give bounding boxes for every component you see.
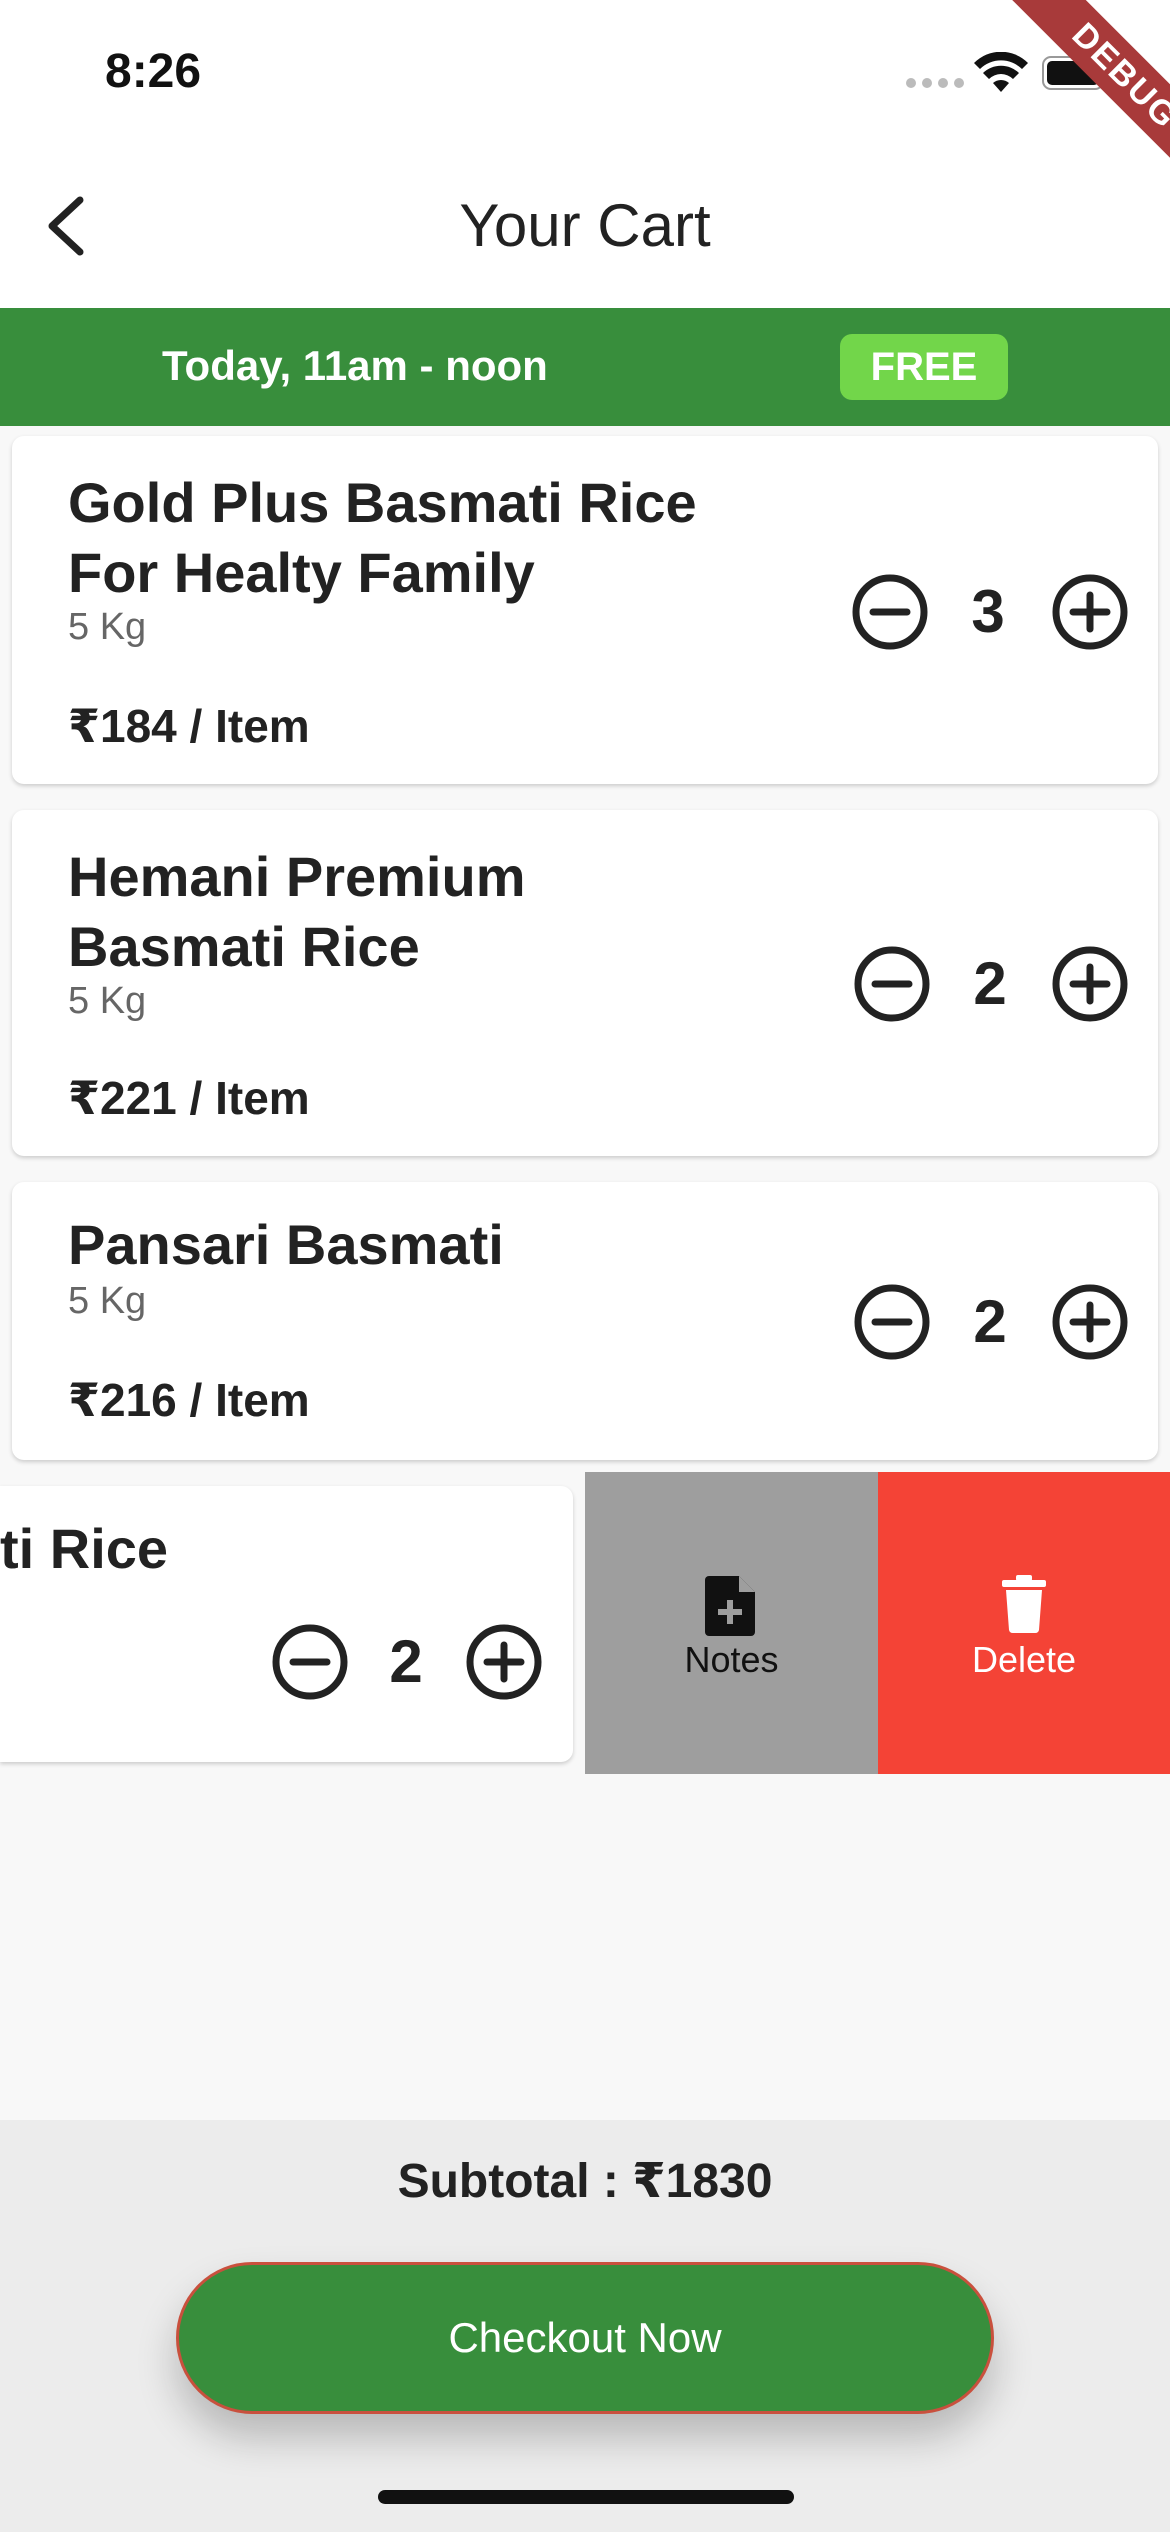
increase-quantity-button[interactable] <box>1050 944 1130 1024</box>
cart-item-card-swiped[interactable]: ti Rice 2 <box>0 1486 573 1762</box>
cart-item-card: Hemani Premium Basmati Rice 5 Kg ₹221 / … <box>12 810 1158 1156</box>
increase-quantity-button[interactable] <box>464 1622 544 1702</box>
decrease-quantity-button[interactable] <box>852 1282 932 1362</box>
item-quantity: 2 <box>389 1628 423 1695</box>
delete-label: Delete <box>971 1639 1077 1680</box>
item-weight: 5 Kg <box>68 980 147 1022</box>
item-price: ₹184 / Item <box>68 700 310 752</box>
subtotal-text: Subtotal : ₹1830 <box>397 2155 773 2208</box>
notes-label: Notes <box>684 1639 779 1680</box>
item-price: ₹221 / Item <box>68 1072 310 1124</box>
cellular-signal-icon <box>906 78 964 88</box>
delete-action-button[interactable]: Delete <box>878 1472 1170 1774</box>
item-quantity: 2 <box>973 950 1007 1017</box>
item-weight: 5 Kg <box>68 606 147 648</box>
cart-item-card: Gold Plus Basmati Rice For Healty Family… <box>12 436 1158 784</box>
trash-icon <box>1002 1575 1046 1634</box>
status-time: 8:26 <box>105 45 202 98</box>
item-quantity: 2 <box>973 1288 1007 1355</box>
cart-item-card: Pansari Basmati 5 Kg ₹216 / Item 2 <box>12 1182 1158 1460</box>
increase-quantity-button[interactable] <box>1050 572 1130 652</box>
item-name: Pansari Basmati <box>68 1213 504 1276</box>
wifi-icon <box>974 52 1028 92</box>
decrease-quantity-button[interactable] <box>270 1622 350 1702</box>
home-indicator <box>378 2490 794 2504</box>
decrease-quantity-button[interactable] <box>850 572 930 652</box>
checkout-button[interactable]: Checkout Now <box>176 2262 994 2414</box>
page-title: Your Cart <box>459 192 711 259</box>
decrease-quantity-button[interactable] <box>852 944 932 1024</box>
item-name: ti Rice <box>0 1517 169 1580</box>
item-price: ₹216 / Item <box>68 1374 310 1426</box>
increase-quantity-button[interactable] <box>1050 1282 1130 1362</box>
item-name: Hemani Premium Basmati Rice <box>68 845 526 978</box>
notes-action-button[interactable]: Notes <box>585 1472 878 1774</box>
item-quantity: 3 <box>971 578 1005 645</box>
free-delivery-badge: FREE <box>840 334 1008 400</box>
note-add-icon <box>705 1576 755 1636</box>
item-name: Gold Plus Basmati Rice For Healty Family <box>68 471 697 604</box>
item-weight: 5 Kg <box>68 1280 147 1322</box>
delivery-slot-text: Today, 11am - noon <box>162 342 548 389</box>
